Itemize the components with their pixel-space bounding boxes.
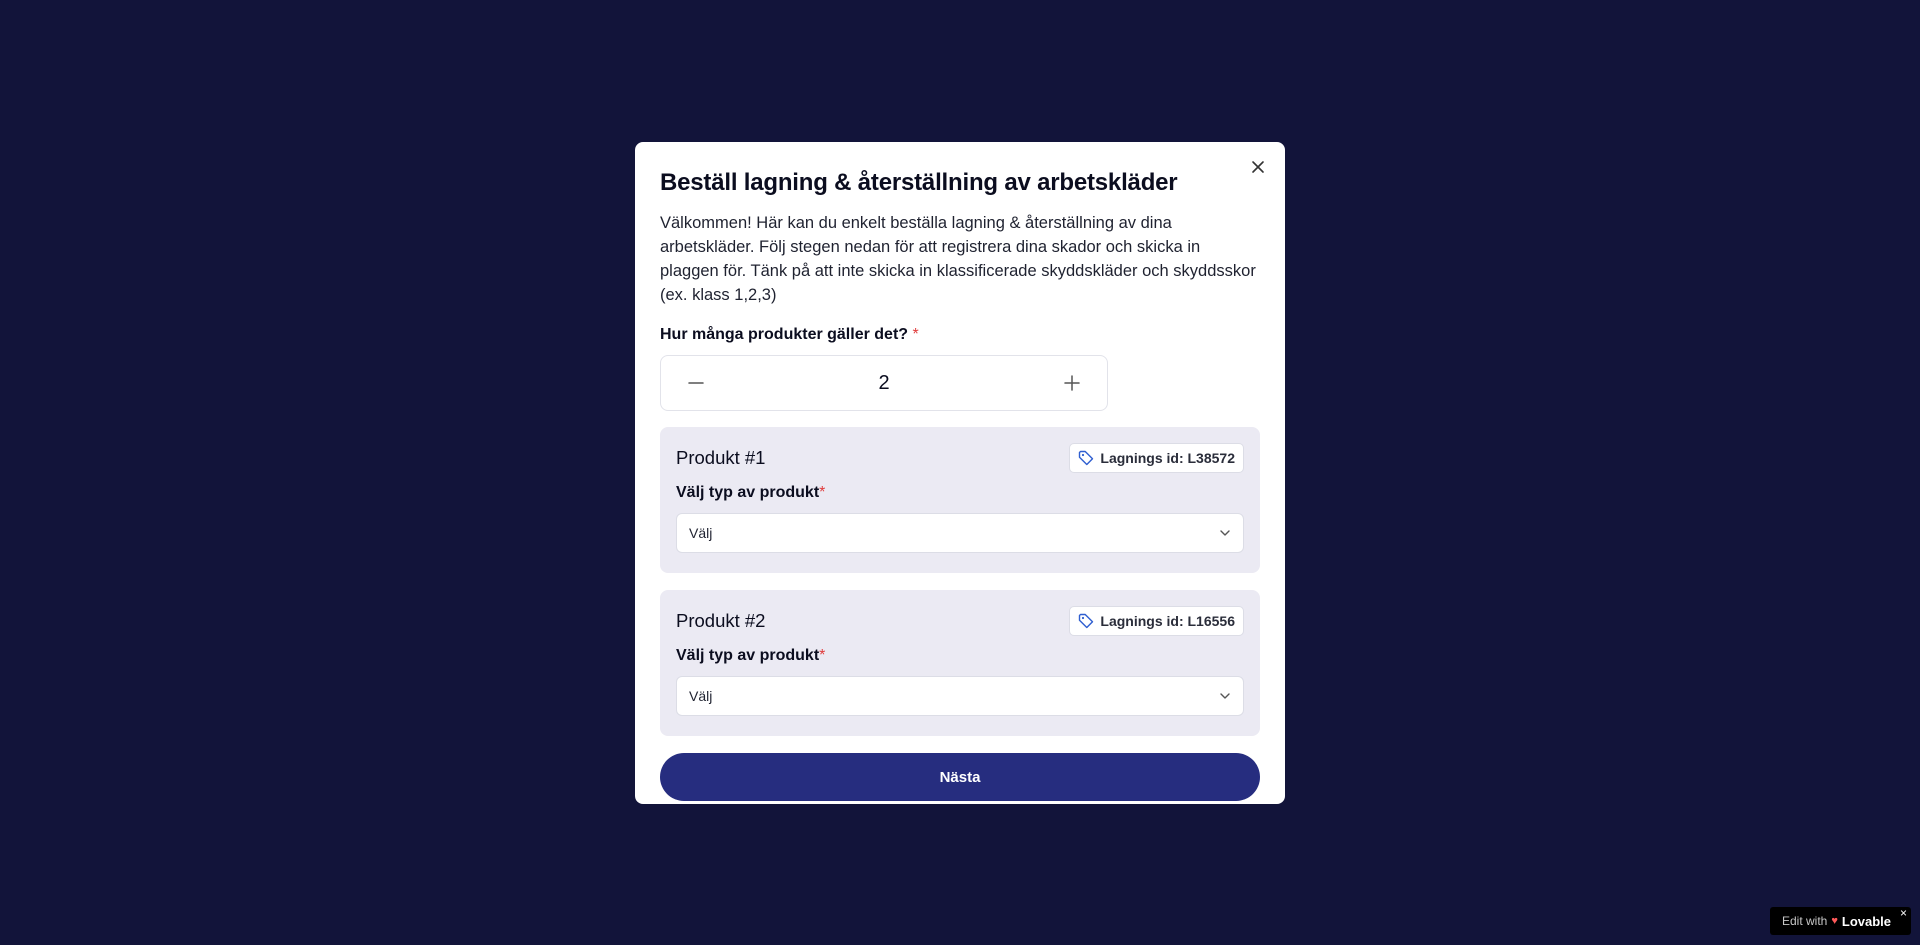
decrement-button[interactable]: [681, 368, 711, 398]
required-mark: *: [819, 484, 826, 501]
close-button[interactable]: [1247, 156, 1269, 178]
repair-order-dialog: Beställ lagning & återställning av arbet…: [635, 142, 1285, 804]
dialog-intro: Välkommen! Här kan du enkelt beställa la…: [660, 214, 1256, 304]
minus-icon: [688, 382, 704, 384]
next-button[interactable]: Nästa: [660, 753, 1260, 801]
quantity-label: Hur många produkter gäller det? *: [660, 325, 1260, 345]
product-title: Produkt #2: [676, 610, 766, 631]
plus-icon: [1064, 375, 1080, 391]
tag-icon: [1079, 450, 1094, 466]
required-mark: *: [819, 647, 826, 664]
quantity-stepper[interactable]: 2: [660, 355, 1108, 411]
lovable-heart-icon: ♥: [1831, 915, 1838, 927]
lovable-brand: Lovable: [1841, 913, 1892, 929]
quantity-value: 2: [878, 371, 890, 394]
repair-id-text: Lagnings id: L16556: [1100, 613, 1235, 629]
repair-id-badge: Lagnings id: L38572: [1069, 443, 1244, 473]
product-type-label-text: Välj typ av produkt: [676, 647, 820, 664]
repair-id-text: Lagnings id: L38572: [1100, 450, 1235, 466]
product-card: Produkt #2 Lagnings id: L16556 Välj typ …: [660, 590, 1260, 736]
product-card: Produkt #1 Lagnings id: L38572 Välj typ …: [660, 427, 1260, 573]
dialog-title: Beställ lagning & återställning av arbet…: [660, 169, 1178, 196]
product-type-select[interactable]: Välj: [676, 676, 1244, 716]
product-type-label: Välj typ av produkt*: [676, 483, 1244, 503]
product-type-label: Välj typ av produkt*: [676, 646, 1244, 666]
quantity-label-text: Hur många produkter gäller det?: [660, 326, 909, 343]
product-title: Produkt #1: [676, 447, 766, 468]
product-type-select[interactable]: Välj: [676, 513, 1244, 553]
close-icon: [1252, 161, 1264, 173]
product-type-label-text: Välj typ av produkt: [676, 484, 820, 501]
tag-icon: [1079, 613, 1094, 629]
select-value: Välj: [689, 525, 713, 541]
required-mark: *: [912, 326, 919, 343]
edit-with-lovable-badge[interactable]: Edit with ♥ Lovable ×: [1770, 907, 1911, 935]
repair-id-badge: Lagnings id: L16556: [1069, 606, 1244, 636]
lovable-prefix: Edit with: [1782, 914, 1828, 928]
chevron-down-icon: [1220, 693, 1230, 699]
select-value: Välj: [689, 688, 713, 704]
lovable-close-button[interactable]: ×: [1900, 907, 1907, 919]
increment-button[interactable]: [1057, 368, 1087, 398]
chevron-down-icon: [1220, 530, 1230, 536]
